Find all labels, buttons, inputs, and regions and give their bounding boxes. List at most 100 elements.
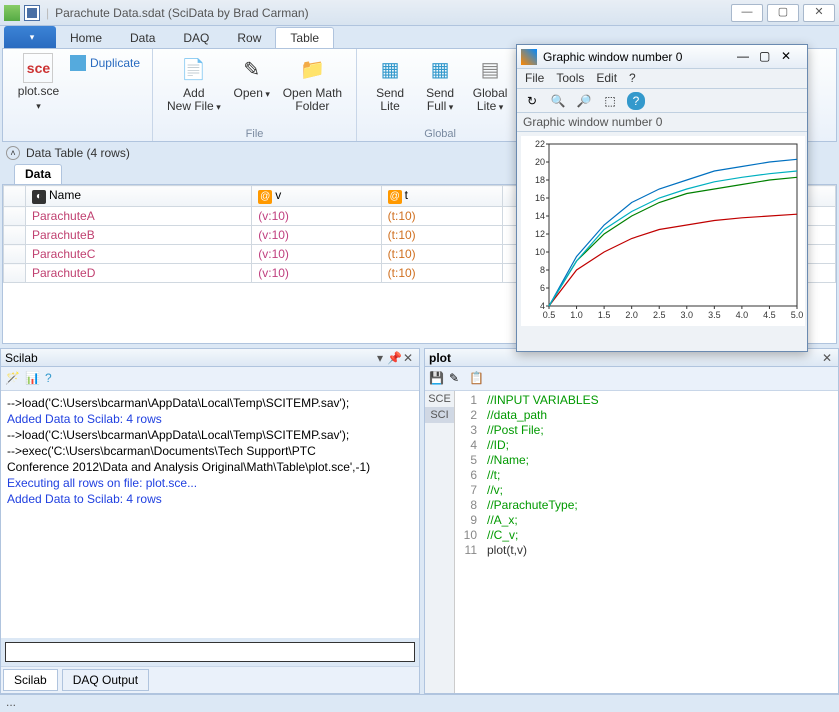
grid-icon: ▦ bbox=[374, 53, 406, 85]
close-pane-icon[interactable]: ✕ bbox=[401, 351, 415, 365]
open-icon: ✎ bbox=[236, 53, 268, 85]
window-title: Parachute Data.sdat (SciData by Brad Car… bbox=[55, 6, 308, 20]
chevron-up-icon: ˄ bbox=[6, 146, 20, 160]
tab-daq[interactable]: DAQ bbox=[169, 28, 223, 48]
svg-text:22: 22 bbox=[535, 139, 545, 149]
svg-text:4.0: 4.0 bbox=[736, 310, 749, 320]
row-header-corner[interactable] bbox=[4, 186, 26, 207]
svg-text:20: 20 bbox=[535, 157, 545, 167]
svg-text:6: 6 bbox=[540, 283, 545, 293]
gwin-info: Graphic window number 0 bbox=[517, 113, 807, 132]
calc-icon: ▤ bbox=[474, 53, 506, 85]
menu-tools[interactable]: Tools bbox=[556, 71, 584, 86]
titlebar: | Parachute Data.sdat (SciData by Brad C… bbox=[0, 0, 839, 26]
line-gutter: 1234567891011 bbox=[455, 391, 483, 693]
new-file-icon: 📄 bbox=[178, 53, 210, 85]
svg-text:1.5: 1.5 bbox=[598, 310, 611, 320]
console-input[interactable] bbox=[5, 642, 415, 662]
dropdown-icon[interactable]: ▾ bbox=[373, 351, 387, 365]
svg-text:2.0: 2.0 bbox=[625, 310, 638, 320]
tab-home[interactable]: Home bbox=[56, 28, 116, 48]
close-button[interactable]: ✕ bbox=[803, 4, 835, 22]
select-icon[interactable]: ⬚ bbox=[601, 92, 619, 110]
gwin-title: Graphic window number 0 bbox=[543, 50, 737, 64]
data-tab[interactable]: Data bbox=[14, 164, 62, 184]
separator: | bbox=[46, 6, 49, 20]
scilab-logo-icon bbox=[521, 49, 537, 65]
name-icon: ◐ bbox=[32, 190, 46, 204]
menu-file[interactable]: File bbox=[525, 71, 544, 86]
svg-text:0.5: 0.5 bbox=[543, 310, 556, 320]
script-icon: sce bbox=[23, 53, 53, 83]
gwin-max[interactable]: ▢ bbox=[759, 49, 781, 65]
svg-text:4.5: 4.5 bbox=[763, 310, 776, 320]
scilab-title: Scilab bbox=[5, 351, 373, 365]
tab-data[interactable]: Data bbox=[116, 28, 169, 48]
gwin-close[interactable]: ✕ bbox=[781, 49, 803, 65]
array-icon: @ bbox=[258, 190, 272, 204]
send-full-button[interactable]: ▦ Send Full bbox=[415, 51, 465, 116]
grid-icon: ▦ bbox=[424, 53, 456, 85]
scilab-pane: Scilab ▾ 📌 ✕ 🪄 📊 ? -->load('C:\Users\bca… bbox=[0, 348, 420, 694]
gwin-min[interactable]: — bbox=[737, 49, 759, 65]
side-sce[interactable]: SCE bbox=[425, 391, 454, 407]
tab-daq-output[interactable]: DAQ Output bbox=[62, 669, 149, 691]
editor-side-tabs[interactable]: SCE SCI bbox=[425, 391, 455, 693]
console: -->load('C:\Users\bcarman\AppData\Local\… bbox=[1, 391, 419, 638]
gwin-toolbar: ↻ 🔍 🔎 ⬚ ? bbox=[517, 89, 807, 113]
wand-icon[interactable]: 🪄 bbox=[5, 371, 21, 387]
save-icon[interactable]: 💾 bbox=[429, 371, 445, 387]
open-math-folder-button[interactable]: 📁 Open Math Folder bbox=[277, 51, 348, 116]
chart: 468101214161820220.51.01.52.02.53.03.54.… bbox=[521, 136, 805, 326]
zoom-in-icon[interactable]: 🔍 bbox=[549, 92, 567, 110]
svg-text:14: 14 bbox=[535, 211, 545, 221]
chart-icon[interactable]: 📊 bbox=[25, 371, 41, 387]
svg-text:12: 12 bbox=[535, 229, 545, 239]
gwin-menubar: File Tools Edit ? bbox=[517, 69, 807, 89]
app-icon bbox=[4, 5, 20, 21]
svg-text:8: 8 bbox=[540, 265, 545, 275]
side-sci[interactable]: SCI bbox=[425, 407, 454, 423]
add-new-file-button[interactable]: 📄 Add New File bbox=[161, 51, 227, 116]
folder-icon: 📁 bbox=[296, 53, 328, 85]
rotate-icon[interactable]: ↻ bbox=[523, 92, 541, 110]
duplicate-icon bbox=[70, 55, 86, 71]
save-icon[interactable] bbox=[24, 5, 40, 21]
tab-row[interactable]: Row bbox=[223, 28, 275, 48]
menu-help[interactable]: ? bbox=[629, 71, 636, 86]
array-icon: @ bbox=[388, 190, 402, 204]
tab-scilab[interactable]: Scilab bbox=[3, 669, 58, 691]
col-t[interactable]: @t bbox=[381, 186, 503, 207]
svg-text:2.5: 2.5 bbox=[653, 310, 666, 320]
duplicate-button[interactable]: Duplicate bbox=[66, 51, 144, 75]
svg-text:3.5: 3.5 bbox=[708, 310, 721, 320]
global-lite-button[interactable]: ▤ Global Lite bbox=[465, 51, 515, 116]
group-label-global: Global bbox=[357, 128, 523, 140]
svg-text:18: 18 bbox=[535, 175, 545, 185]
compare-icon[interactable]: 📋 bbox=[469, 371, 485, 387]
tab-table[interactable]: Table bbox=[275, 27, 334, 48]
pin-icon[interactable]: 📌 bbox=[387, 351, 401, 365]
statusbar: ... bbox=[0, 694, 839, 712]
datatable-header: Data Table (4 rows) bbox=[26, 146, 130, 160]
plot-pane: plot ✕ 💾 ✎ 📋 SCE SCI 1234567891011 //INP… bbox=[424, 348, 839, 694]
help-icon[interactable]: ? bbox=[627, 92, 645, 110]
col-v[interactable]: @v bbox=[252, 186, 381, 207]
close-pane-icon[interactable]: ✕ bbox=[820, 351, 834, 365]
graphic-window[interactable]: Graphic window number 0 — ▢ ✕ File Tools… bbox=[516, 44, 808, 352]
code-editor[interactable]: //INPUT VARIABLES//data_path//Post File;… bbox=[483, 391, 838, 693]
plotsce-button[interactable]: sce plot.sce bbox=[11, 51, 66, 115]
maximize-button[interactable]: ▢ bbox=[767, 4, 799, 22]
send-lite-button[interactable]: ▦ Send Lite bbox=[365, 51, 415, 116]
svg-text:5.0: 5.0 bbox=[791, 310, 804, 320]
open-button[interactable]: ✎ Open bbox=[227, 51, 277, 116]
zoom-out-icon[interactable]: 🔎 bbox=[575, 92, 593, 110]
minimize-button[interactable]: — bbox=[731, 4, 763, 22]
svg-text:16: 16 bbox=[535, 193, 545, 203]
help-icon[interactable]: ? bbox=[45, 371, 61, 387]
edit-icon[interactable]: ✎ bbox=[449, 371, 465, 387]
menu-edit[interactable]: Edit bbox=[596, 71, 617, 86]
col-name[interactable]: ◐Name bbox=[26, 186, 252, 207]
svg-text:1.0: 1.0 bbox=[570, 310, 583, 320]
file-tab[interactable] bbox=[4, 26, 56, 48]
